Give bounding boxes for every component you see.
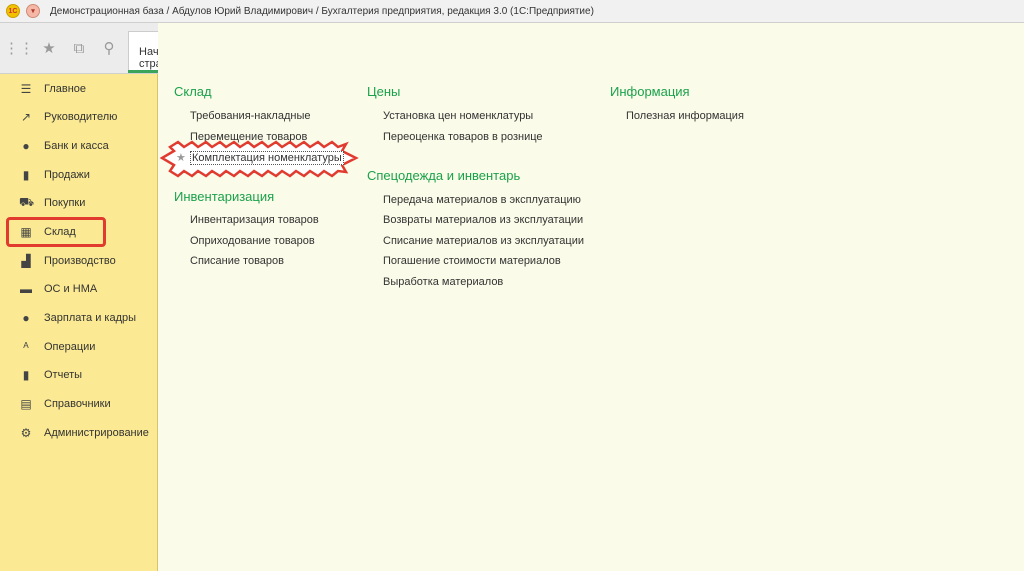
sidebar-item-operations[interactable]: ᴬ Операции [0, 334, 157, 360]
trend-icon: ↗ [20, 110, 32, 124]
link-useful-info[interactable]: Полезная информация [626, 110, 744, 122]
sidebar-item-label: Продажи [44, 169, 90, 181]
link-requisitions[interactable]: Требования-накладные [190, 110, 311, 122]
search-icon[interactable]: ⚲ [98, 37, 120, 59]
sidebar-item-label: Покупки [44, 197, 86, 209]
window-title: Демонстрационная база / Абдулов Юрий Вла… [50, 5, 594, 17]
sidebar-item-assets[interactable]: ▬ ОС и НМА [0, 276, 157, 302]
app-logo: 1С [6, 4, 20, 18]
section-title-inventory: Инвентаризация [174, 189, 275, 204]
operations-icon: ᴬ [23, 340, 29, 354]
history-icon[interactable]: ⧉ [68, 37, 90, 59]
title-bar: 1С ▾ Демонстрационная база / Абдулов Юри… [0, 0, 1024, 23]
sidebar-item-label: ОС и НМА [44, 283, 98, 295]
bar-chart-icon: ▮ [22, 368, 30, 382]
person-icon: ● [22, 311, 30, 325]
section-title-prices: Цены [367, 84, 401, 99]
apps-grid-icon[interactable]: ⋮⋮ [4, 37, 34, 59]
favorites-star-icon[interactable]: ★ [38, 37, 60, 59]
link-capitalization[interactable]: Оприходование товаров [190, 235, 315, 247]
factory-icon: ▟ [21, 254, 31, 268]
sidebar-item-sales[interactable]: ▮ Продажи [0, 162, 157, 188]
link-write-off[interactable]: Списание товаров [190, 255, 284, 267]
truck-icon: ▬ [20, 282, 32, 296]
sidebar-item-director[interactable]: ↗ Руководителю [0, 104, 157, 130]
bag-icon: ▮ [22, 168, 30, 182]
tab-home[interactable]: Начальная страница [128, 31, 158, 71]
main-content [158, 23, 1024, 571]
link-set-prices[interactable]: Установка цен номенклатуры [383, 110, 533, 122]
link-transfer-to-use[interactable]: Передача материалов в эксплуатацию [383, 194, 581, 206]
sidebar-item-label: Банк и касса [44, 140, 109, 152]
sidebar-item-label: Справочники [44, 398, 111, 410]
sidebar: ☰ Главное ↗ Руководителю ● Банк и касса ▮ Пр… [0, 74, 158, 571]
sidebar-item-label: Администрирование [44, 427, 149, 439]
sidebar-item-label: Зарплата и кадры [44, 312, 137, 324]
main-menu-button[interactable]: ▾ [26, 4, 40, 18]
sidebar-item-label: Производство [44, 255, 116, 267]
sidebar-item-label: Операции [44, 341, 96, 353]
menu-lines-icon: ☰ [20, 82, 32, 96]
sidebar-item-label: Руководителю [44, 111, 118, 123]
section-title-information: Информация [610, 84, 690, 99]
link-returns-from-use[interactable]: Возвраты материалов из эксплуатации [383, 214, 583, 226]
sidebar-item-directories[interactable]: ▤ Справочники [0, 391, 157, 417]
sidebar-item-salary[interactable]: ● Зарплата и кадры [0, 305, 157, 331]
ruble-icon: ● [22, 139, 30, 153]
sidebar-item-purchases[interactable]: ⛟ Покупки [0, 190, 157, 216]
cart-icon: ⛟ [19, 195, 35, 209]
tab-active-indicator [128, 70, 158, 73]
books-icon: ▤ [20, 397, 32, 411]
section-title-workwear: Спецодежда и инвентарь [367, 168, 521, 183]
sidebar-item-reports[interactable]: ▮ Отчеты [0, 362, 157, 388]
sidebar-item-label: Главное [44, 83, 87, 95]
link-inventory-goods[interactable]: Инвентаризация товаров [190, 214, 319, 226]
link-materials-output[interactable]: Выработка материалов [383, 276, 503, 288]
sidebar-item-main[interactable]: ☰ Главное [0, 76, 157, 102]
link-kit-assembly[interactable]: Комплектация номенклатуры [190, 151, 344, 165]
sidebar-item-label: Отчеты [44, 369, 83, 381]
sidebar-item-production[interactable]: ▟ Производство [0, 248, 157, 274]
link-revaluation[interactable]: Переоценка товаров в рознице [383, 131, 543, 143]
selected-highlight [6, 217, 106, 247]
sidebar-item-bank[interactable]: ● Банк и касса [0, 133, 157, 159]
favorite-star-icon[interactable]: ★ [176, 151, 186, 164]
gear-icon: ⚙ [20, 426, 32, 440]
link-write-off-from-use[interactable]: Списание материалов из эксплуатации [383, 235, 584, 247]
section-title-warehouse: Склад [174, 84, 212, 99]
sidebar-item-admin[interactable]: ⚙ Администрирование [0, 420, 157, 446]
link-cost-repayment[interactable]: Погашение стоимости материалов [383, 255, 561, 267]
